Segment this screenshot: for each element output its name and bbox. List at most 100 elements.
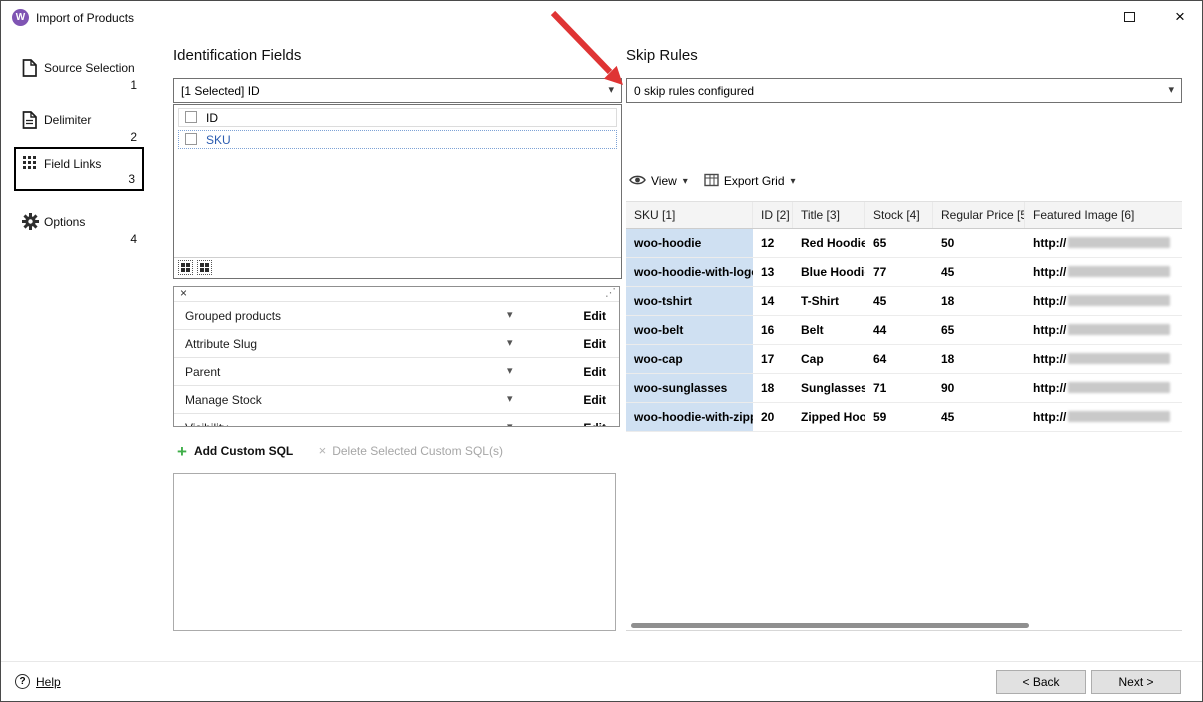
blurred-url bbox=[1068, 237, 1170, 248]
step-field-links[interactable]: Field Links 3 bbox=[14, 147, 144, 191]
table-row[interactable]: woo-belt 16 Belt 44 65 http:// bbox=[626, 316, 1182, 345]
custom-sql-textbox[interactable] bbox=[173, 473, 616, 631]
table-row[interactable]: woo-tshirt 14 T-Shirt 45 18 http:// bbox=[626, 287, 1182, 316]
cell-featured-image: http:// bbox=[1025, 229, 1182, 257]
cell-sku: woo-belt bbox=[626, 316, 753, 344]
delete-custom-sql-label: Delete Selected Custom SQL(s) bbox=[332, 444, 503, 458]
step-label: Source Selection bbox=[44, 61, 135, 75]
panel-close-icon[interactable]: × bbox=[180, 287, 192, 300]
step-options[interactable]: Options 4 bbox=[14, 205, 144, 249]
edit-button[interactable]: Edit bbox=[583, 365, 606, 379]
document-icon bbox=[22, 59, 37, 80]
skip-rules-dropdown[interactable]: 0 skip rules configured ▾ bbox=[626, 78, 1182, 103]
step-source-selection[interactable]: Source Selection 1 bbox=[14, 51, 144, 95]
checkbox[interactable] bbox=[185, 133, 197, 145]
delete-custom-sql-button: × Delete Selected Custom SQL(s) bbox=[319, 443, 503, 458]
document-lines-icon bbox=[22, 111, 37, 132]
cell-sku: woo-hoodie-with-zipper bbox=[626, 403, 753, 431]
help-link[interactable]: ? Help bbox=[15, 674, 61, 689]
list-footer bbox=[174, 257, 621, 278]
cell-sku: woo-hoodie bbox=[626, 229, 753, 257]
chevron-down-icon[interactable]: ▾ bbox=[507, 336, 513, 349]
cell-featured-image: http:// bbox=[1025, 374, 1182, 402]
add-custom-sql-button[interactable]: +Add Custom SQL bbox=[177, 442, 293, 462]
field-links-panel: × ⋰ Grouped products ▾ Edit Attribute Sl… bbox=[173, 286, 620, 427]
dropdown-value: 0 skip rules configured bbox=[634, 84, 754, 98]
field-link-row: Grouped products ▾ Edit bbox=[174, 301, 619, 329]
field-label: Manage Stock bbox=[185, 393, 262, 407]
grid-dots-icon bbox=[22, 155, 37, 173]
cell-title: Sunglasses bbox=[793, 374, 865, 402]
help-icon: ? bbox=[15, 674, 30, 689]
edit-button[interactable]: Edit bbox=[583, 393, 606, 407]
chevron-down-icon[interactable]: ▾ bbox=[507, 308, 513, 321]
chevron-down-icon: ▾ bbox=[791, 176, 796, 187]
select-all-icon[interactable] bbox=[178, 260, 193, 275]
column-header-regular-price[interactable]: Regular Price [5] bbox=[933, 202, 1025, 228]
chevron-down-icon[interactable]: ▾ bbox=[507, 392, 513, 405]
cell-regular-price: 50 bbox=[933, 229, 1025, 257]
identification-fields-list: ID SKU bbox=[173, 104, 622, 279]
field-label: Attribute Slug bbox=[185, 337, 257, 351]
column-header-sku[interactable]: SKU [1] bbox=[626, 202, 753, 228]
list-item-sku[interactable]: SKU bbox=[178, 130, 617, 149]
column-header-title[interactable]: Title [3] bbox=[793, 202, 865, 228]
blurred-url bbox=[1068, 411, 1170, 422]
cell-title: Cap bbox=[793, 345, 865, 373]
url-prefix: http:// bbox=[1033, 410, 1066, 424]
field-link-row: Attribute Slug ▾ Edit bbox=[174, 329, 619, 357]
column-header-featured-image[interactable]: Featured Image [6] bbox=[1025, 202, 1182, 228]
app-logo-icon: W bbox=[12, 9, 29, 26]
cell-featured-image: http:// bbox=[1025, 345, 1182, 373]
maximize-icon[interactable] bbox=[1124, 12, 1135, 22]
delete-x-icon: × bbox=[319, 443, 327, 458]
cell-stock: 65 bbox=[865, 229, 933, 257]
edit-button[interactable]: Edit bbox=[583, 421, 606, 427]
step-label: Delimiter bbox=[44, 113, 91, 127]
skip-rules-heading: Skip Rules bbox=[626, 47, 698, 64]
blurred-url bbox=[1068, 295, 1170, 306]
table-row[interactable]: woo-cap 17 Cap 64 18 http:// bbox=[626, 345, 1182, 374]
cell-stock: 64 bbox=[865, 345, 933, 373]
select-none-icon[interactable] bbox=[197, 260, 212, 275]
url-prefix: http:// bbox=[1033, 265, 1066, 279]
view-button[interactable]: View ▾ bbox=[629, 174, 688, 189]
cell-featured-image: http:// bbox=[1025, 316, 1182, 344]
edit-button[interactable]: Edit bbox=[583, 309, 606, 323]
url-prefix: http:// bbox=[1033, 381, 1066, 395]
horizontal-scrollbar[interactable] bbox=[631, 623, 1029, 628]
cell-stock: 45 bbox=[865, 287, 933, 315]
cell-id: 12 bbox=[753, 229, 793, 257]
step-label: Field Links bbox=[44, 157, 101, 171]
blurred-url bbox=[1068, 382, 1170, 393]
chevron-down-icon[interactable]: ▾ bbox=[507, 420, 513, 427]
cell-id: 20 bbox=[753, 403, 793, 431]
table-row[interactable]: woo-hoodie-with-zipper 20 Zipped Hoodie … bbox=[626, 403, 1182, 432]
table-row[interactable]: woo-hoodie-with-logo 13 Blue Hoodie 77 4… bbox=[626, 258, 1182, 287]
table-row[interactable]: woo-hoodie 12 Red Hoodie 65 50 http:// bbox=[626, 229, 1182, 258]
step-label: Options bbox=[44, 215, 85, 229]
column-header-id[interactable]: ID [2] bbox=[753, 202, 793, 228]
field-link-row: Visibility ▾ Edit bbox=[174, 413, 619, 427]
export-grid-button[interactable]: Export Grid ▾ bbox=[704, 173, 796, 190]
identification-fields-dropdown[interactable]: [1 Selected] ID ▾ bbox=[173, 78, 622, 103]
option-label: SKU bbox=[206, 133, 231, 147]
table-row[interactable]: woo-sunglasses 18 Sunglasses 71 90 http:… bbox=[626, 374, 1182, 403]
checkbox[interactable] bbox=[185, 111, 197, 123]
blurred-url bbox=[1068, 324, 1170, 335]
back-button[interactable]: < Back bbox=[996, 670, 1086, 694]
step-delimiter[interactable]: Delimiter 2 bbox=[14, 103, 144, 147]
chevron-down-icon[interactable]: ▾ bbox=[507, 364, 513, 377]
list-item-id[interactable]: ID bbox=[178, 108, 617, 127]
chevron-down-icon: ▾ bbox=[1168, 83, 1174, 96]
edit-button[interactable]: Edit bbox=[583, 337, 606, 351]
column-header-stock[interactable]: Stock [4] bbox=[865, 202, 933, 228]
export-grid-label: Export Grid bbox=[724, 174, 785, 188]
cell-regular-price: 45 bbox=[933, 403, 1025, 431]
next-button[interactable]: Next > bbox=[1091, 670, 1181, 694]
resize-grip-icon[interactable]: ⋰ bbox=[605, 286, 616, 299]
url-prefix: http:// bbox=[1033, 323, 1066, 337]
close-icon[interactable]: × bbox=[1167, 6, 1193, 28]
field-label: Grouped products bbox=[185, 309, 281, 323]
chevron-down-icon: ▾ bbox=[683, 176, 688, 187]
